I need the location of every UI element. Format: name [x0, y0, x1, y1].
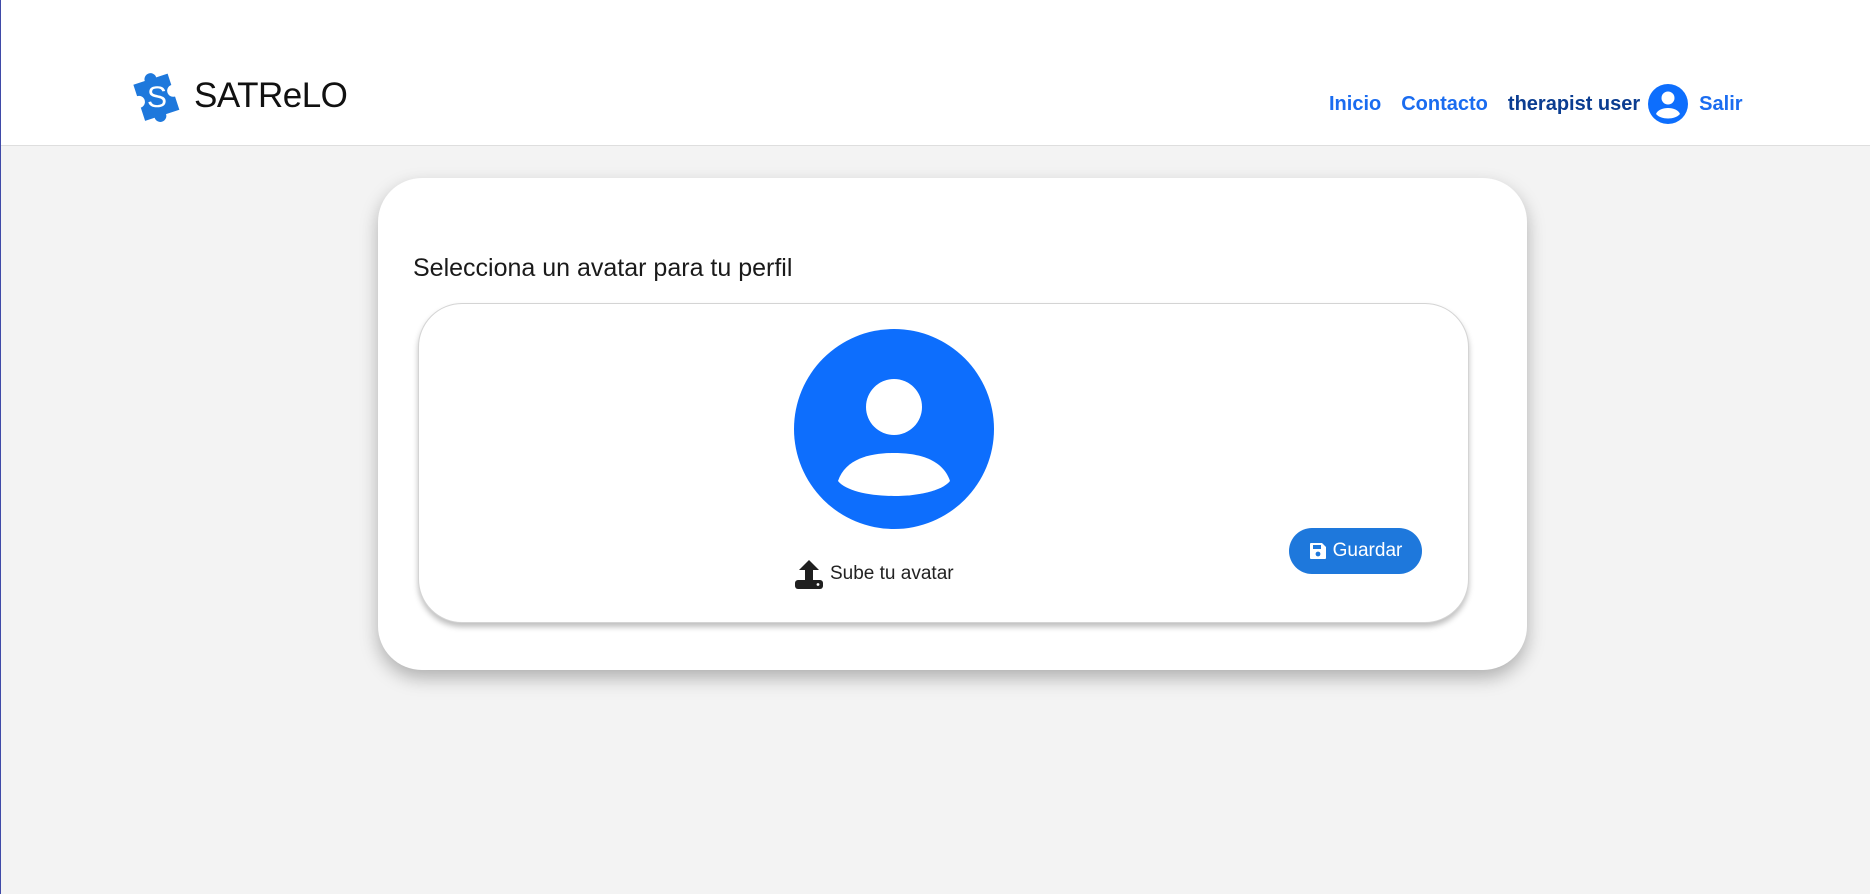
logout-link[interactable]: Salir [1699, 93, 1742, 116]
user-name[interactable]: therapist user [1508, 93, 1640, 116]
nav-link-inicio[interactable]: Inicio [1329, 93, 1381, 116]
brand-name: SATReLO [194, 76, 348, 115]
navbar: S SATReLO Inicio Contacto therapist user… [1, 0, 1870, 146]
upload-avatar-button[interactable]: Sube tu avatar [794, 558, 954, 590]
default-avatar-icon [794, 329, 994, 529]
nav-links: Inicio Contacto therapist user Salir [1329, 84, 1743, 124]
puzzle-piece-icon: S [133, 73, 180, 122]
nav-link-contacto[interactable]: Contacto [1401, 93, 1488, 116]
avatar-selection-card: Selecciona un avatar para tu perfil Sube… [378, 178, 1527, 670]
brand[interactable]: S SATReLO [126, 64, 348, 128]
page-title: Selecciona un avatar para tu perfil [413, 254, 793, 282]
floppy-disk-icon [1309, 543, 1326, 559]
avatar-panel: Sube tu avatar Guardar [418, 303, 1469, 623]
svg-text:S: S [147, 81, 167, 114]
save-button-label: Guardar [1332, 540, 1403, 561]
user-circle-icon[interactable] [1648, 84, 1689, 124]
save-button[interactable]: Guardar [1289, 528, 1422, 574]
upload-icon [795, 560, 823, 589]
upload-avatar-label: Sube tu avatar [830, 563, 954, 584]
